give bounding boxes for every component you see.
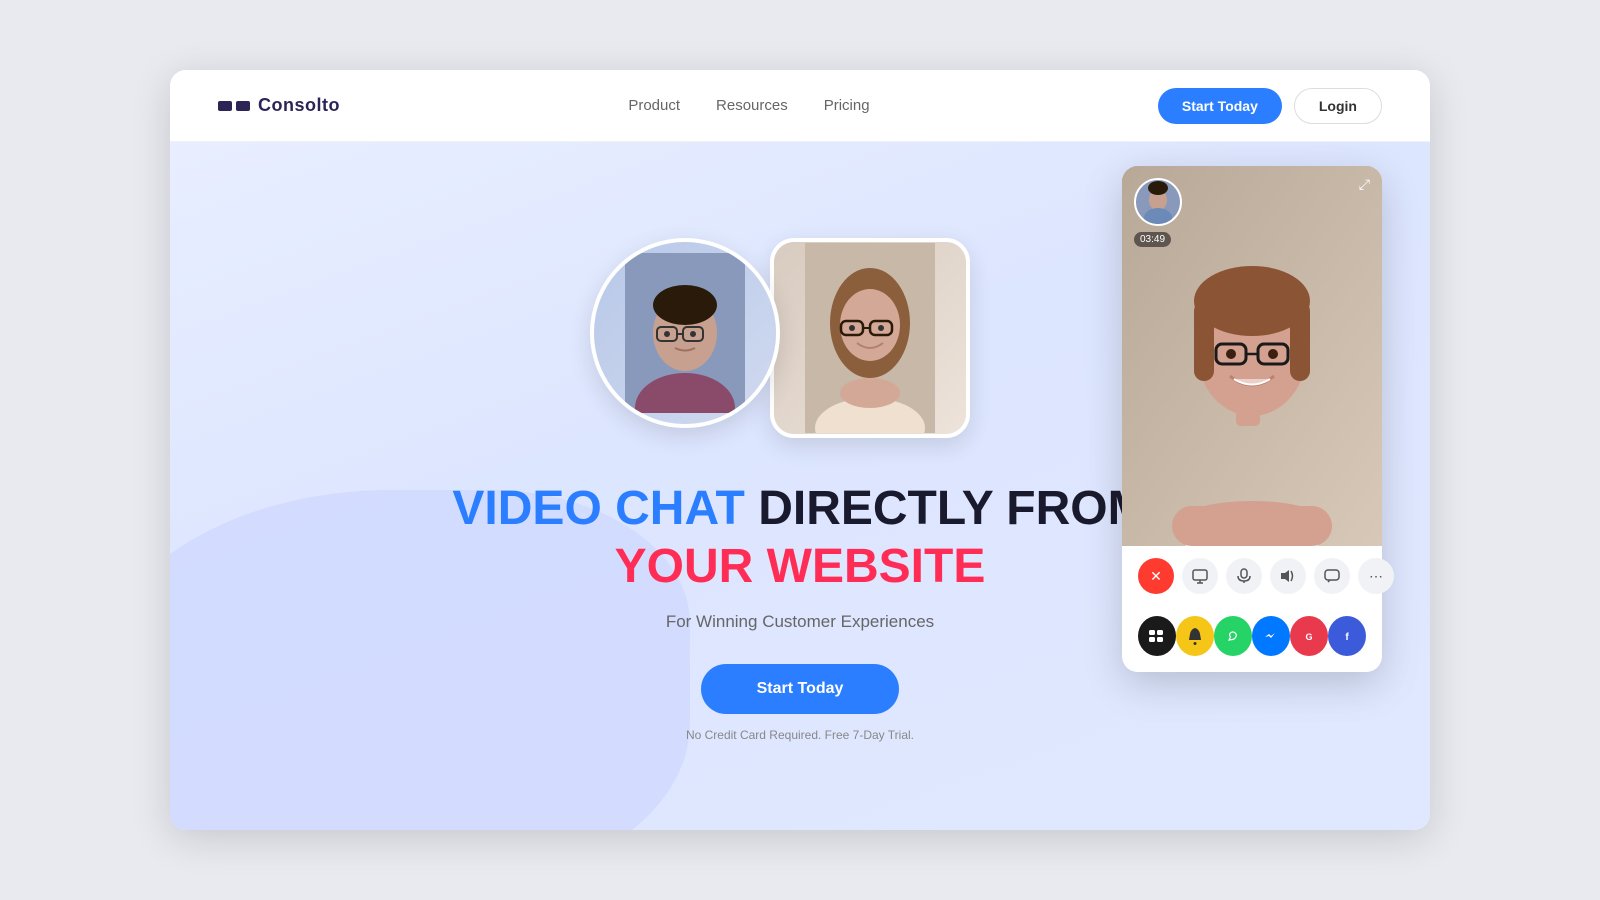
whatsapp-social-button[interactable] <box>1214 616 1252 656</box>
nav-start-today-button[interactable]: Start Today <box>1158 88 1282 124</box>
thumbnail-left <box>590 238 780 428</box>
hero-title: VIDEO CHAT DIRECTLY FROM YOUR WEBSITE <box>452 480 1147 595</box>
hero-start-today-button[interactable]: Start Today <box>701 664 900 714</box>
hero-title-red: YOUR WEBSITE <box>452 538 1147 596</box>
video-main-area: 03:49 ⤢ <box>1122 166 1382 546</box>
hero-subtitle: For Winning Customer Experiences <box>452 612 1147 632</box>
more-options-button[interactable]: ⋯ <box>1358 558 1394 594</box>
nav-link-product[interactable]: Product <box>628 97 680 114</box>
nav-item-pricing[interactable]: Pricing <box>824 97 870 115</box>
notification-social-button[interactable] <box>1176 616 1214 656</box>
person-male <box>594 242 776 424</box>
video-controls-bar: ✕ ⋯ <box>1122 546 1382 606</box>
nav-actions: Start Today Login <box>1158 88 1382 124</box>
hero-content: VIDEO CHAT DIRECTLY FROM YOUR WEBSITE Fo… <box>452 228 1147 743</box>
facebook-social-button[interactable]: f <box>1328 616 1366 656</box>
hero-title-dark: DIRECTLY FROM <box>758 482 1147 535</box>
navbar: Consolto Product Resources Pricing Start… <box>170 70 1430 142</box>
browser-window: Consolto Product Resources Pricing Start… <box>170 70 1430 830</box>
google-social-button[interactable]: G <box>1290 616 1328 656</box>
logo: Consolto <box>218 95 340 116</box>
nav-link-resources[interactable]: Resources <box>716 97 788 114</box>
brand-name: Consolto <box>258 95 340 116</box>
consolto-social-button[interactable] <box>1138 616 1176 656</box>
messenger-social-button[interactable] <box>1252 616 1290 656</box>
end-call-button[interactable]: ✕ <box>1138 558 1174 594</box>
nav-links: Product Resources Pricing <box>628 97 869 115</box>
thumbnail-right <box>770 238 970 438</box>
logo-square-1 <box>218 101 232 111</box>
logo-square-2 <box>236 101 250 111</box>
nav-item-product[interactable]: Product <box>628 97 680 115</box>
logo-icon <box>218 101 250 111</box>
hero-title-blue: VIDEO CHAT <box>452 482 744 535</box>
video-timer: 03:49 <box>1134 232 1171 247</box>
hero-cta-note: No Credit Card Required. Free 7-Day Tria… <box>686 728 914 742</box>
hero-section: VIDEO CHAT DIRECTLY FROM YOUR WEBSITE Fo… <box>170 142 1430 830</box>
nav-item-resources[interactable]: Resources <box>716 97 788 115</box>
microphone-button[interactable] <box>1226 558 1262 594</box>
expand-icon[interactable]: ⤢ <box>1359 176 1370 193</box>
video-thumbnail-mini <box>1134 178 1182 226</box>
speaker-button[interactable] <box>1270 558 1306 594</box>
chat-button[interactable] <box>1314 558 1350 594</box>
person-female <box>774 242 966 434</box>
video-widget: 03:49 ⤢ ✕ ⋯ <box>1122 166 1382 672</box>
social-icons-row: G f <box>1122 606 1382 672</box>
nav-link-pricing[interactable]: Pricing <box>824 97 870 114</box>
nav-login-button[interactable]: Login <box>1294 88 1382 124</box>
screen-share-button[interactable] <box>1182 558 1218 594</box>
video-thumbnails <box>452 228 1147 448</box>
svg-text:G: G <box>1305 632 1312 642</box>
